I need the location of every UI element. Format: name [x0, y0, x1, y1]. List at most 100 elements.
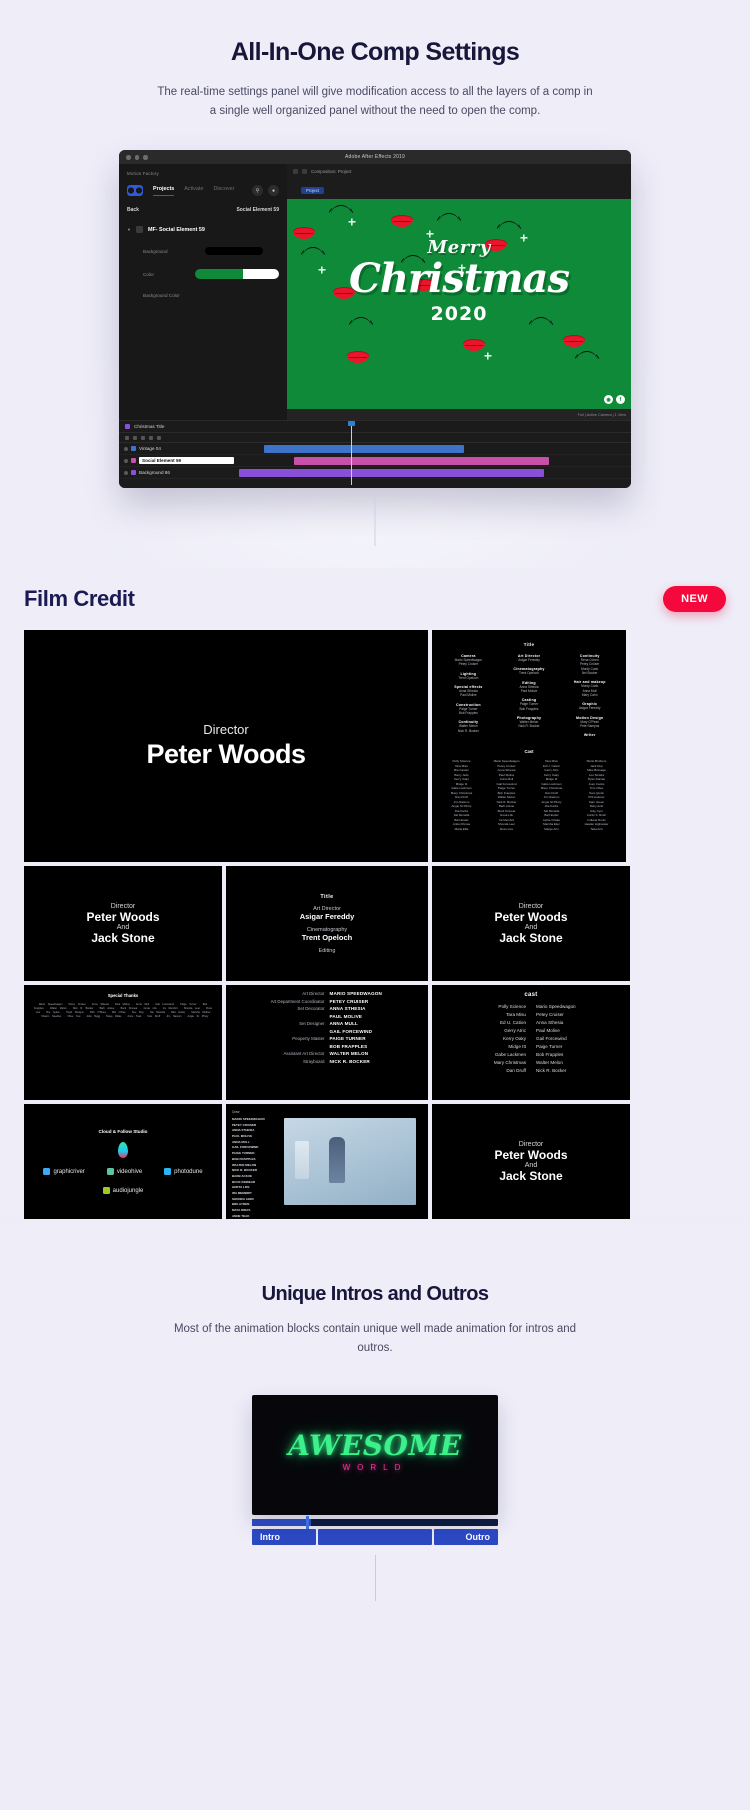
color-slider[interactable]	[195, 269, 279, 280]
table-row[interactable]: Social Element 59	[119, 455, 631, 468]
credit-card-hero[interactable]: Director Peter Woods	[24, 630, 428, 862]
eye-icon[interactable]	[124, 446, 128, 451]
credit-card-title: Title	[320, 893, 334, 900]
panel-menu-icon[interactable]	[293, 169, 298, 175]
timeline-tool-icon[interactable]	[157, 435, 161, 440]
window-body: Motion Factory Projects Activate Discove…	[119, 164, 631, 421]
grid-row: Director Peter Woods And Jack Stone Titl…	[24, 866, 726, 981]
search-icon[interactable]: ⚲	[252, 185, 263, 197]
credit-card-duo-2[interactable]: Director Peter Woods And Jack Stone	[432, 866, 630, 981]
lips-icon	[563, 335, 585, 348]
user-icon[interactable]: ●	[268, 185, 279, 197]
credit-card-duo-1[interactable]: Director Peter Woods And Jack Stone	[24, 866, 222, 981]
eye-icon[interactable]	[124, 458, 128, 463]
credit-card-logos[interactable]: Cloud & Follow Studio graphicriver video…	[24, 1104, 222, 1219]
tab-discover[interactable]: Discover	[213, 186, 234, 195]
lock-icon[interactable]	[302, 169, 307, 175]
intro-video-frame[interactable]: AWESOME WORLD	[252, 1395, 498, 1516]
brand-label: audiojungle	[112, 1187, 144, 1194]
property-label: Background Color	[143, 293, 180, 299]
eye-icon[interactable]	[124, 470, 128, 475]
special-thanks-title: Special Thanks	[107, 993, 139, 998]
credit-card-crew[interactable]: Art Director MARIO SPEEDWAGON Art Depart…	[226, 985, 428, 1100]
layer-color-swatch	[131, 470, 136, 476]
credit-duo: Director Peter Woods And Jack Stone	[432, 866, 630, 981]
credit-role: Director	[203, 722, 249, 737]
layer-bar[interactable]	[264, 444, 464, 453]
status-badge: NEW	[663, 586, 726, 612]
color-swatch-input[interactable]	[205, 247, 263, 256]
viewer-toolbar-label: Full | Active Camera | 1 View	[577, 412, 626, 417]
composition-subtab: Project	[287, 179, 631, 197]
section-subtitle: Most of the animation blocks contain uni…	[173, 1323, 577, 1354]
composition-tab-label[interactable]: Composition: Project	[311, 169, 352, 174]
timeline-track[interactable]	[252, 1516, 498, 1530]
timeline-playhead[interactable]	[306, 1516, 310, 1530]
credit-card-titles[interactable]: Title Art Director Asigar Fereddy Cinema…	[226, 866, 428, 981]
layer-bar[interactable]	[239, 468, 544, 477]
composition-viewer[interactable]: Merry Christmas 2020 ◉ f	[287, 199, 631, 410]
timeline-tool-icon[interactable]	[149, 435, 153, 440]
credit-group: Hair and makeup Monty Carlo Anna Mull Ma…	[561, 680, 618, 697]
composition-tabbar: Composition: Project	[287, 164, 631, 179]
tab-projects[interactable]: Projects	[153, 186, 175, 196]
brand-graphicriver: graphicriver	[43, 1168, 85, 1175]
timeline-tab[interactable]: Christmas Title	[119, 421, 631, 434]
brand-label: photodune	[174, 1168, 203, 1175]
crew-row: BOB FRAPPLES	[234, 1044, 420, 1049]
after-effects-mockup: Adobe After Effects 2019 Motion Factory …	[119, 150, 631, 547]
brand-videohive: videohive	[106, 1168, 142, 1175]
credit-name-secondary: Jack Stone	[499, 930, 563, 945]
credit-name: Trent Opeloch	[301, 932, 353, 942]
timeline-toolbar[interactable]	[119, 433, 631, 444]
credit-name: Peter Woods	[146, 739, 306, 769]
credit-card-cast[interactable]: cast Polly Science Tara Misu Ed U. Catio…	[432, 985, 630, 1100]
tab-activate[interactable]: Activate	[184, 186, 203, 195]
eyelash-icon	[331, 205, 351, 214]
motion-factory-panel: Motion Factory Projects Activate Discove…	[119, 164, 287, 421]
credit-card-credits-panel[interactable]: Title Camera Mario Speedwagon Petey Crui…	[432, 630, 626, 862]
photo-names-list: MARIO SPEEDWAGON PETEY CRUISER ANNA STHE…	[232, 1117, 265, 1218]
after-effects-window: Adobe After Effects 2019 Motion Factory …	[119, 150, 631, 489]
special-thanks-block: Special Thanks Mario Speedwagon · Petey …	[24, 985, 222, 1100]
panel-breadcrumb: Back Social Element 59	[127, 207, 279, 213]
credit-card-special-thanks[interactable]: Special Thanks Mario Speedwagon · Petey …	[24, 985, 222, 1100]
timeline-tool-icon[interactable]	[125, 435, 129, 440]
crew-row: Art Director MARIO SPEEDWAGON	[234, 991, 420, 996]
back-button[interactable]: Back	[127, 207, 139, 213]
credit-group-label: Writer	[583, 733, 596, 738]
clip-outro[interactable]: Outro	[434, 1529, 498, 1546]
timeline-tool-icon[interactable]	[141, 435, 145, 440]
credit-role: Director	[110, 902, 136, 910]
clip-main[interactable]	[318, 1529, 432, 1546]
timeline-panel: Christmas Title Vintage 04 Social Elemen…	[119, 420, 631, 489]
layer-item[interactable]: ▼ MF- Social Element 59	[127, 226, 279, 234]
credit-group: Construction Paige Turner Bob Frapples	[440, 703, 497, 716]
property-row-background: Background	[127, 247, 279, 256]
layer-bar[interactable]	[294, 456, 549, 465]
film-credit-section: Film Credit NEW Director Peter Woods Tit…	[0, 568, 750, 1219]
clip-intro[interactable]: Intro	[252, 1529, 316, 1546]
timeline-playhead[interactable]	[348, 421, 355, 486]
timeline-tool-icon[interactable]	[133, 435, 137, 440]
chevron-down-icon[interactable]: ▼	[127, 227, 131, 232]
layer-name: Vintage 04	[139, 446, 161, 452]
property-row-color: Color	[127, 269, 279, 280]
credit-card-duo-3[interactable]: Director Peter Woods And Jack Stone	[432, 1104, 630, 1219]
viewer-toolbar[interactable]: Full | Active Camera | 1 View	[287, 409, 631, 421]
composition-subtab-label[interactable]: Project	[301, 187, 325, 195]
crew-name: ANNA STHESIA	[329, 1006, 366, 1011]
crew-name: NICK R. BOCKER	[329, 1058, 370, 1064]
table-row[interactable]: Background 86	[119, 467, 631, 480]
credit-card-photo[interactable]: Crew MARIO SPEEDWAGON PETEY CRUISER ANNA…	[226, 1104, 428, 1219]
lips-icon	[391, 215, 413, 228]
table-row[interactable]: Vintage 04	[119, 443, 631, 456]
credit-group-names: Trent Opeloch	[518, 671, 540, 676]
credit-group-names: Paige Turner Bob Frapples	[458, 706, 478, 715]
lips-icon	[347, 351, 369, 364]
credit-group: Photography Walter Melon Nick R. Bocker	[501, 716, 558, 729]
crew-row: Set Decorator ANNA STHESIA	[234, 1006, 420, 1011]
crew-row: PAUL MOLIVE	[234, 1014, 420, 1019]
credit-group: Editing Anna Sthesia Paul Molive	[501, 681, 558, 694]
crew-row: Assistant Art Director WALTER MELON	[234, 1051, 420, 1056]
